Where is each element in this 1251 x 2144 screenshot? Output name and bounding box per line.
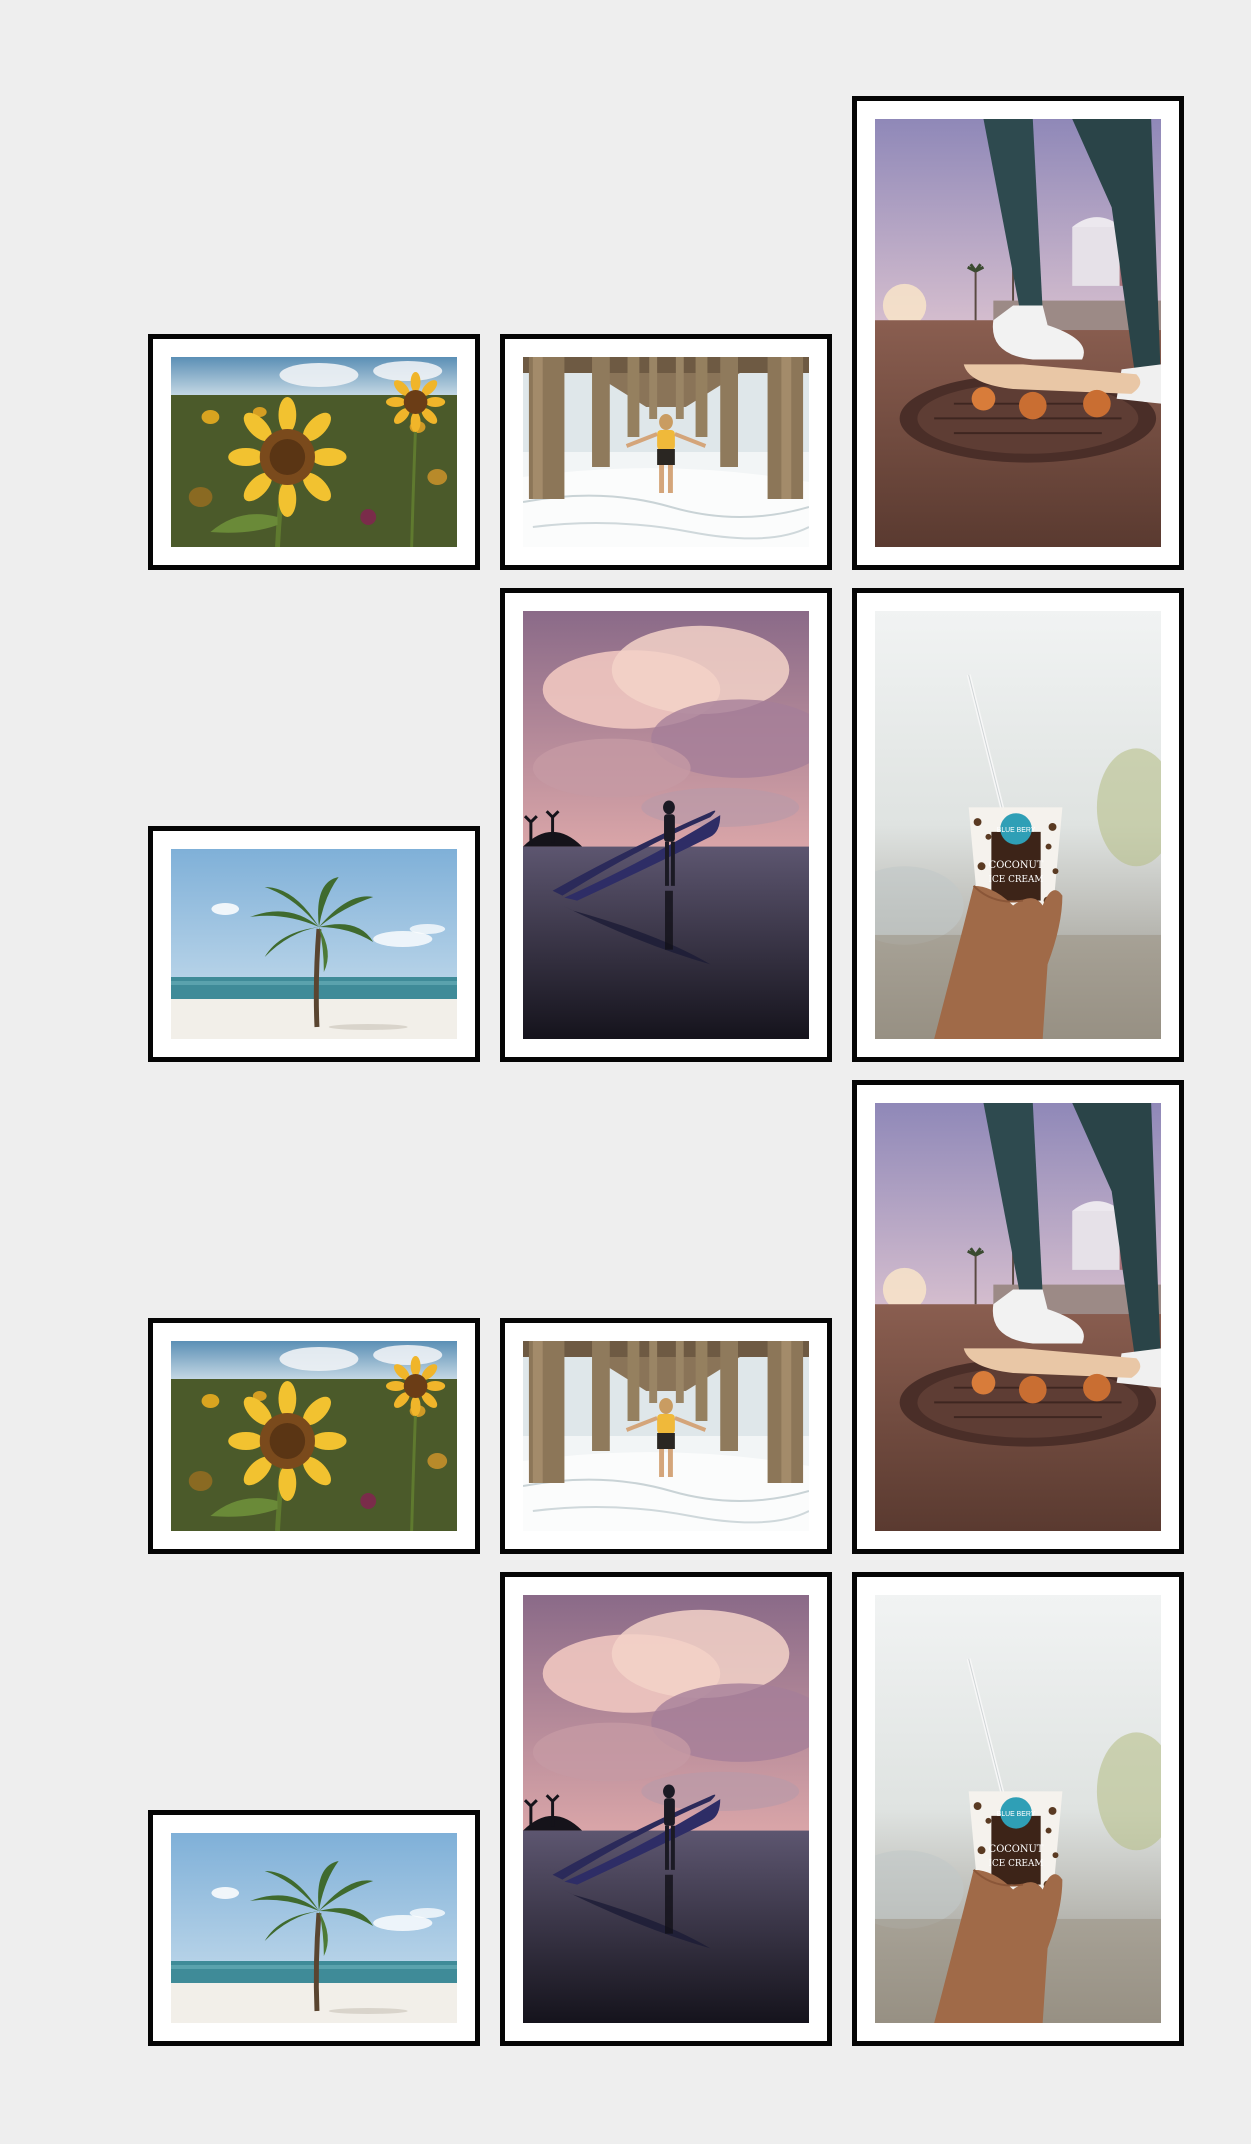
gallery-cell — [852, 1080, 1184, 1554]
photo-surfer-sunset — [523, 1595, 809, 2023]
framed-photo-surfer-sunset[interactable] — [500, 1572, 832, 2046]
gallery-cell — [852, 96, 1184, 570]
photo-surfer-sunset — [523, 611, 809, 1039]
gallery-cell — [500, 1572, 832, 2046]
framed-photo-pier-woman[interactable] — [500, 1318, 832, 1554]
framed-photo-ice-cream-cup[interactable]: BLUE BERY COCONUT ICE CREAM — [852, 1572, 1184, 2046]
gallery-cell — [148, 588, 480, 1062]
framed-photo-sunflowers[interactable] — [148, 334, 480, 570]
cup-brand-text: BLUE BERY — [997, 827, 1036, 834]
framed-photo-palm-beach[interactable] — [148, 826, 480, 1062]
cup-line2-text: ICE CREAM — [989, 1859, 1044, 1869]
gallery-cell: BLUE BERY COCONUT ICE CREAM — [852, 1572, 1184, 2046]
cup-line2-text: ICE CREAM — [989, 875, 1044, 885]
photo-pier-woman — [523, 1341, 809, 1531]
framed-photo-pier-woman[interactable] — [500, 334, 832, 570]
photo-skateboard — [875, 1103, 1161, 1531]
photo-ice-cream-cup: BLUE BERY COCONUT ICE CREAM — [875, 1595, 1161, 2023]
photo-ice-cream-cup: BLUE BERY COCONUT ICE CREAM — [875, 611, 1161, 1039]
framed-photo-skateboard[interactable] — [852, 96, 1184, 570]
framed-photo-surfer-sunset[interactable] — [500, 588, 832, 1062]
gallery-cell: BLUE BERY COCONUT ICE CREAM — [852, 588, 1184, 1062]
gallery-cell — [500, 588, 832, 1062]
framed-photo-ice-cream-cup[interactable]: BLUE BERY COCONUT ICE CREAM — [852, 588, 1184, 1062]
gallery-cell — [148, 1572, 480, 2046]
framed-photo-palm-beach[interactable] — [148, 1810, 480, 2046]
photo-gallery-grid: BLUE BERY COCONUT ICE CREAM BLUE BERY CO… — [148, 96, 1184, 2046]
photo-pier-woman — [523, 357, 809, 547]
cup-line1-text: COCONUT — [989, 860, 1044, 871]
photo-palm-beach — [171, 1833, 457, 2023]
framed-photo-skateboard[interactable] — [852, 1080, 1184, 1554]
gallery-cell — [500, 1080, 832, 1554]
photo-skateboard — [875, 119, 1161, 547]
photo-palm-beach — [171, 849, 457, 1039]
page: BLUE BERY COCONUT ICE CREAM BLUE BERY CO… — [0, 0, 1251, 2144]
cup-line1-text: COCONUT — [989, 1844, 1044, 1855]
photo-sunflowers — [171, 1341, 457, 1531]
gallery-cell — [148, 96, 480, 570]
cup-brand-text: BLUE BERY — [997, 1811, 1036, 1818]
framed-photo-sunflowers[interactable] — [148, 1318, 480, 1554]
photo-sunflowers — [171, 357, 457, 547]
gallery-cell — [148, 1080, 480, 1554]
gallery-cell — [500, 96, 832, 570]
